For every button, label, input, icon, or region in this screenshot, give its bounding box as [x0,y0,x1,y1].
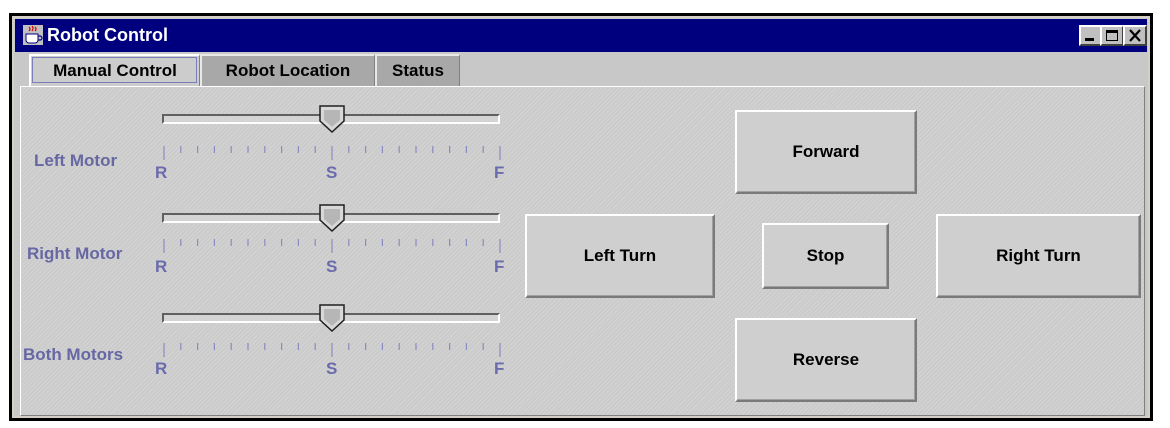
tab-label: Status [392,61,444,80]
left-motor-label: Left Motor [34,151,118,170]
tab-robot-location[interactable]: Robot Location [200,54,375,86]
title-bar[interactable]: Robot Control [15,19,1147,52]
right-motor-ticks [163,239,501,253]
right-motor-label: Right Motor [27,244,123,263]
both-motors-ticks [163,343,501,357]
forward-button[interactable]: Forward [735,110,917,194]
java-cup-icon[interactable] [23,25,43,45]
tab-status[interactable]: Status [375,54,460,86]
both-motors-slider-thumb[interactable] [319,304,345,332]
tick-label-stop: S [326,163,338,182]
left-motor-slider-thumb[interactable] [319,105,345,133]
minimize-icon [1085,38,1094,41]
tick-label-stop: S [326,359,338,378]
right-turn-button[interactable]: Right Turn [936,214,1141,298]
reverse-button-label: Reverse [792,350,860,369]
right-turn-button-label: Right Turn [996,246,1081,265]
left-turn-button[interactable]: Left Turn [525,214,715,298]
tick-label-forward: F [494,257,505,276]
left-motor-ticks [163,146,501,160]
tab-label: Manual Control [53,61,177,80]
stop-button-label: Stop [806,246,845,265]
maximize-button[interactable] [1100,25,1124,46]
close-icon [1129,29,1141,42]
forward-button-label: Forward [792,142,860,161]
both-motors-label: Both Motors [23,345,124,364]
close-button[interactable] [1123,25,1147,46]
tick-label-reverse: R [155,163,168,182]
tab-manual-control[interactable]: Manual Control [29,54,200,86]
tick-label-reverse: R [155,359,168,378]
tick-label-forward: F [494,359,505,378]
tab-label: Robot Location [225,61,351,80]
tick-label-reverse: R [155,257,168,276]
right-motor-slider-thumb[interactable] [319,204,345,232]
maximize-icon [1106,30,1118,41]
left-turn-button-label: Left Turn [583,246,657,265]
window-title: Robot Control [47,25,168,45]
reverse-button[interactable]: Reverse [735,318,917,402]
tick-label-forward: F [494,163,505,182]
tick-label-stop: S [326,257,338,276]
stop-button[interactable]: Stop [762,223,889,289]
